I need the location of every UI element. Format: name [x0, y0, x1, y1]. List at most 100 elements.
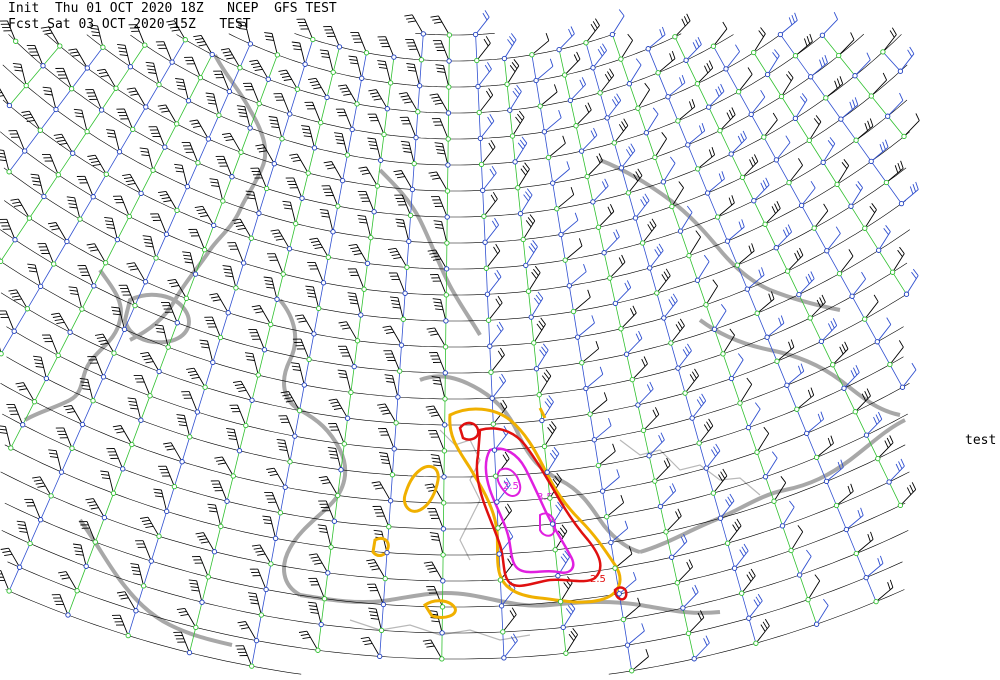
- station-circle: [494, 499, 500, 505]
- wind-barb: [660, 483, 677, 507]
- station-circle: [391, 446, 397, 452]
- station-circle: [541, 443, 548, 450]
- station-circle: [618, 56, 624, 62]
- station-circle: [751, 198, 757, 204]
- station-circle: [120, 466, 126, 472]
- station-circle: [746, 615, 752, 621]
- station-circle: [652, 154, 658, 161]
- wind-barb: [428, 171, 448, 192]
- station-circle: [335, 203, 341, 209]
- station-circle: [40, 63, 46, 69]
- wind-barb: [477, 62, 492, 87]
- wind-barb: [612, 9, 625, 35]
- wind-barb: [128, 24, 146, 46]
- wind-barb: [615, 280, 632, 304]
- wind-barb: [434, 142, 449, 166]
- station-circle: [182, 37, 188, 43]
- station-circle: [661, 315, 667, 321]
- station-circle: [620, 616, 627, 623]
- coastline-east: [639, 418, 906, 554]
- wind-barb: [423, 561, 444, 582]
- station-circle: [595, 224, 602, 230]
- wind-barb: [140, 351, 160, 372]
- wind-barb: [30, 173, 45, 197]
- station-circle: [560, 624, 566, 631]
- wind-barb: [8, 130, 26, 152]
- station-circle: [272, 535, 279, 542]
- station-circle: [710, 43, 717, 49]
- wind-barb: [906, 268, 919, 295]
- station-circle: [643, 130, 650, 136]
- wind-barb: [687, 123, 706, 146]
- wind-barb: [387, 247, 408, 268]
- station-circle: [98, 107, 105, 113]
- station-circle: [147, 393, 153, 399]
- station-circle: [609, 31, 616, 38]
- wind-barb: [431, 376, 446, 400]
- station-circle: [887, 361, 893, 368]
- station-circle: [868, 158, 874, 165]
- wind-barb: [264, 32, 278, 56]
- station-circle: [629, 668, 635, 674]
- station-circle: [247, 125, 253, 131]
- station-circle: [79, 306, 85, 312]
- wind-barb: [193, 34, 213, 55]
- wind-barb: [575, 102, 592, 127]
- wind-barb: [367, 137, 382, 161]
- station-circle: [344, 415, 351, 421]
- station-circle: [570, 308, 577, 315]
- wind-barb: [323, 161, 343, 181]
- wind-barb: [0, 547, 20, 568]
- station-circle: [249, 397, 255, 403]
- station-circle: [165, 344, 171, 350]
- wind-barb: [319, 49, 334, 73]
- station-circle: [886, 479, 892, 485]
- station-circle: [773, 245, 779, 251]
- station-circle: [734, 262, 741, 268]
- wind-barb: [900, 482, 917, 506]
- wind-barb: [569, 263, 587, 287]
- station-circle: [818, 338, 825, 345]
- station-circle: [501, 655, 507, 661]
- station-circle: [509, 133, 516, 139]
- station-circle: [626, 81, 633, 87]
- wind-barb: [53, 133, 74, 154]
- wind-barb: [836, 483, 854, 506]
- wind-barb: [483, 191, 498, 217]
- wind-barb: [207, 503, 222, 527]
- wind-barb: [564, 51, 581, 76]
- station-circle: [834, 181, 840, 188]
- station-circle: [240, 260, 247, 266]
- station-circle: [897, 68, 904, 74]
- station-circle: [441, 500, 447, 506]
- wind-barb: [855, 118, 874, 141]
- wind-barb: [425, 405, 446, 426]
- station-circle: [720, 351, 726, 357]
- station-circle: [796, 572, 803, 578]
- station-circle: [133, 608, 139, 614]
- wind-barb: [372, 505, 390, 527]
- station-circle: [704, 190, 711, 196]
- station-circle: [57, 43, 63, 49]
- station-circle: [792, 53, 799, 59]
- wind-barb: [317, 524, 332, 548]
- station-circle: [400, 316, 406, 322]
- wind-barb: [748, 593, 763, 619]
- station-circle: [583, 40, 589, 46]
- wind-barb: [395, 218, 410, 242]
- station-circle: [554, 206, 560, 212]
- station-circle: [863, 432, 870, 438]
- station-circle: [474, 57, 480, 64]
- station-circle: [488, 369, 494, 375]
- station-circle: [101, 514, 108, 521]
- station-circle: [243, 422, 249, 429]
- wind-barb: [264, 491, 281, 513]
- wind-barb: [173, 631, 190, 653]
- wind-barb: [900, 46, 915, 72]
- station-circle: [68, 86, 75, 92]
- station-circle: [411, 160, 417, 167]
- wind-barb: [481, 139, 496, 165]
- wind-barb: [637, 381, 654, 406]
- station-circle: [490, 421, 496, 427]
- station-circle: [735, 89, 742, 95]
